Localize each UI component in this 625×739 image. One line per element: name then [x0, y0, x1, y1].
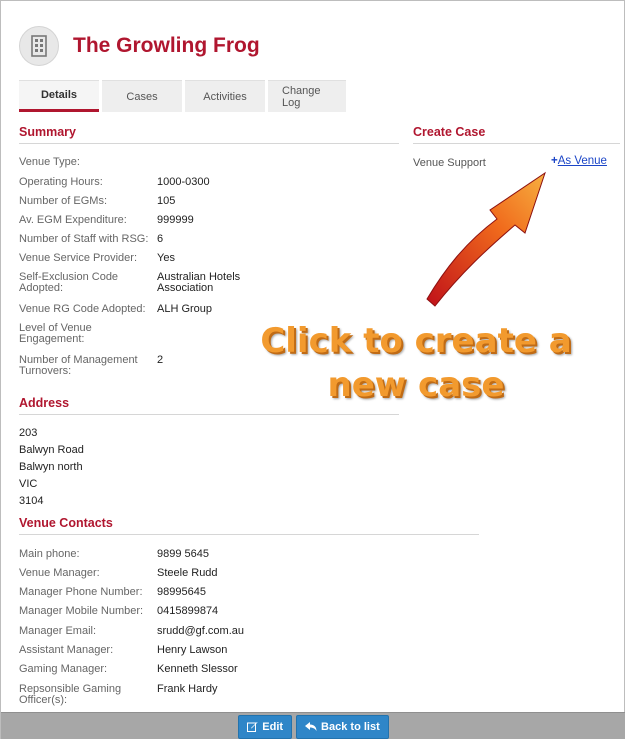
back-to-list-button[interactable]: Back to list [296, 714, 389, 739]
contact-value: 9899 5645 [157, 548, 209, 560]
contact-row: Gaming Manager: Kenneth Slessor [19, 664, 379, 675]
summary-row: Av. EGM Expenditure: 999999 [19, 215, 379, 226]
contacts-heading: Venue Contacts [19, 516, 479, 535]
tab-activities[interactable]: Activities [185, 80, 265, 112]
callout-arrow-icon [426, 171, 546, 307]
callout-text: Click to create a new case [251, 319, 581, 407]
summary-row: Number of Staff with RSG: 6 [19, 234, 379, 245]
reply-arrow-icon [305, 721, 317, 731]
contact-value: 0415899874 [157, 605, 219, 617]
contact-email: srudd@gf.com.au [157, 625, 244, 637]
tab-details[interactable]: Details [19, 80, 99, 112]
summary-row: Self-Exclusion Code Adopted: Australian … [19, 272, 379, 294]
edit-button[interactable]: Edit [238, 714, 293, 739]
contact-row: Repsonsible Gaming Officer(s): Frank Har… [19, 684, 379, 706]
summary-value: Yes [157, 252, 175, 264]
address-line: Balwyn Road [19, 444, 84, 456]
tab-bar: Details Cases Activities Change Log [19, 80, 346, 112]
edit-button-label: Edit [262, 720, 284, 733]
venue-details-page: The Growling Frog Details Cases Activiti… [0, 0, 625, 739]
summary-label: Av. EGM Expenditure: [19, 214, 127, 226]
summary-row: Venue Service Provider: Yes [19, 253, 379, 264]
summary-label: Number of EGMs: [19, 195, 108, 207]
address-line: 203 [19, 427, 38, 439]
summary-value: Australian Hotels Association [157, 271, 241, 294]
summary-heading: Summary [19, 125, 399, 144]
page-title: The Growling Frog [73, 34, 260, 57]
address-line: VIC [19, 478, 38, 490]
contact-row: Manager Mobile Number: 0415899874 [19, 606, 379, 617]
tab-cases[interactable]: Cases [102, 80, 182, 112]
summary-label: Number of Management Turnovers: [19, 354, 138, 377]
contact-value: Steele Rudd [157, 567, 218, 579]
summary-value: 999999 [157, 214, 194, 226]
summary-row: Venue Type: [19, 157, 379, 168]
contact-row: Manager Phone Number: 98995645 [19, 587, 379, 598]
contact-label: Venue Manager: [19, 567, 100, 579]
tab-change-log[interactable]: Change Log [268, 80, 346, 112]
summary-row: Number of EGMs: 105 [19, 196, 379, 207]
summary-value: 105 [157, 195, 176, 207]
summary-label: Venue Type: [19, 156, 80, 168]
contact-row: Venue Manager: Steele Rudd [19, 568, 379, 579]
callout-line-2: new case [327, 365, 505, 405]
address-line: Balwyn north [19, 461, 83, 473]
contact-label: Assistant Manager: [19, 644, 114, 656]
building-icon [19, 26, 59, 66]
summary-label: Venue RG Code Adopted: [19, 303, 146, 315]
summary-label: Number of Staff with RSG: [19, 233, 149, 245]
summary-value: ALH Group [157, 303, 213, 315]
summary-value: 2 [157, 354, 164, 366]
contact-value: Kenneth Slessor [157, 663, 238, 675]
as-venue-link-text: As Venue [557, 155, 607, 167]
summary-label: Operating Hours: [19, 176, 103, 188]
summary-value: 6 [157, 233, 164, 245]
back-to-list-label: Back to list [321, 720, 380, 733]
contact-label: Manager Mobile Number: [19, 605, 144, 617]
contact-value: Henry Lawson [157, 644, 228, 656]
summary-label: Venue Service Provider: [19, 252, 138, 264]
create-case-heading: Create Case [413, 125, 620, 144]
summary-label: Self-Exclusion Code Adopted: [19, 271, 119, 294]
contact-label: Manager Email: [19, 625, 97, 637]
contact-row: Main phone: 9899 5645 [19, 549, 379, 560]
page-header: The Growling Frog [19, 23, 260, 69]
contact-label: Gaming Manager: [19, 663, 108, 675]
summary-value: 1000-0300 [157, 176, 210, 188]
contact-value: 98995645 [157, 586, 206, 598]
contact-row: Assistant Manager: Henry Lawson [19, 645, 379, 656]
contact-value: Frank Hardy [157, 683, 218, 695]
summary-row: Operating Hours: 1000-0300 [19, 177, 379, 188]
summary-row: Venue RG Code Adopted: ALH Group [19, 304, 379, 315]
summary-label: Level of Venue Engagement: [19, 322, 92, 345]
contact-label: Manager Phone Number: [19, 586, 143, 598]
contact-label: Repsonsible Gaming Officer(s): [19, 683, 122, 706]
contact-row: Manager Email: srudd@gf.com.au [19, 626, 379, 637]
callout-line-1: Click to create a [260, 321, 572, 361]
contact-label: Main phone: [19, 548, 80, 560]
edit-icon [247, 722, 258, 732]
bottom-action-bar: Edit Back to list [1, 712, 625, 739]
address-line: 3104 [19, 495, 44, 507]
